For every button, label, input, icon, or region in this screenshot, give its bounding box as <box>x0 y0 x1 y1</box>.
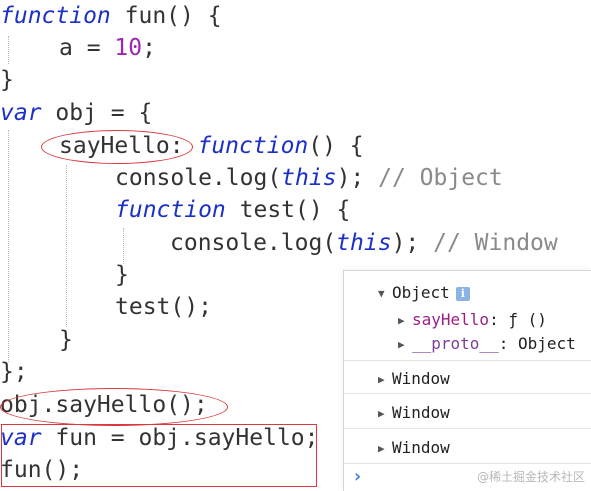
code-line-12: }; <box>0 356 28 388</box>
console-divider <box>344 393 591 394</box>
code-line-7: function test() { <box>115 194 350 226</box>
console-object-entry[interactable]: ▼ Object i <box>378 283 588 302</box>
indent-guide <box>66 165 67 327</box>
code-text: ); <box>336 165 379 191</box>
property-value: : ƒ () <box>489 310 547 329</box>
code-line-4: var obj = { <box>0 97 152 129</box>
keyword: function <box>197 133 309 159</box>
code-text: } <box>115 262 129 288</box>
code-line-8: console.log(this); // Window <box>170 227 558 259</box>
watermark: @稀土掘金技术社区 <box>476 470 585 484</box>
keyword: var <box>0 100 42 126</box>
keyword: function <box>115 197 226 223</box>
code-text: fun() { <box>110 3 222 29</box>
console-window-entry[interactable]: ▶ Window <box>378 438 588 457</box>
code-text: ; <box>142 35 156 61</box>
proto-value: : Object <box>498 334 576 353</box>
caret-down-icon[interactable]: ▼ <box>378 287 392 300</box>
code-line-10: test(); <box>115 291 212 323</box>
code-text: }; <box>0 359 28 385</box>
console-divider <box>344 360 591 361</box>
code-text: } <box>59 327 73 353</box>
console-window-entry[interactable]: ▶ Window <box>378 369 588 388</box>
code-text: a = <box>59 35 115 61</box>
code-text: } <box>0 67 14 93</box>
number-literal: 10 <box>114 35 143 61</box>
proto-name: __proto__ <box>412 334 499 353</box>
keyword: this <box>281 165 337 191</box>
code-comment: // Window <box>433 230 558 256</box>
code-comment: // Object <box>378 165 503 191</box>
keyword: this <box>336 230 392 256</box>
caret-right-icon[interactable]: ▶ <box>378 442 392 455</box>
devtools-console-panel: ▼ Object i ▶ sayHello: ƒ () ▶ __proto__: Obj… <box>343 270 591 491</box>
call-circle-annotation <box>0 388 228 426</box>
keyword: function <box>0 3 111 29</box>
console-divider <box>344 428 591 429</box>
code-text: test() { <box>225 197 351 223</box>
code-text: ); <box>391 230 434 256</box>
code-line-11: } <box>59 324 73 356</box>
fun-box-annotation <box>1 424 317 487</box>
code-text: console.log( <box>115 165 282 191</box>
code-line-2: a = 10; <box>59 32 156 64</box>
console-divider <box>344 463 591 464</box>
caret-right-icon[interactable]: ▶ <box>378 407 392 420</box>
console-proto-row[interactable]: ▶ __proto__: Object <box>398 334 591 353</box>
indent-guide <box>8 130 9 362</box>
prompt-chevron-icon: › <box>352 466 363 487</box>
console-object-label: Object <box>392 283 450 302</box>
info-icon[interactable]: i <box>455 286 470 301</box>
property-name: sayHello <box>412 310 490 329</box>
caret-right-icon[interactable]: ▶ <box>398 314 412 327</box>
console-window-label: Window <box>392 438 450 457</box>
code-line-6: console.log(this); // Object <box>115 162 503 194</box>
caret-right-icon[interactable]: ▶ <box>398 338 412 351</box>
caret-right-icon[interactable]: ▶ <box>378 373 392 386</box>
code-text: test(); <box>115 294 212 320</box>
code-text: obj = { <box>41 100 153 126</box>
console-window-entry[interactable]: ▶ Window <box>378 403 588 422</box>
code-line-3: } <box>0 64 14 96</box>
console-property-row[interactable]: ▶ sayHello: ƒ () <box>398 310 591 329</box>
sayhello-circle-annotation <box>41 130 193 164</box>
indent-guide <box>8 36 9 64</box>
code-line-1: function fun() { <box>0 0 222 32</box>
code-line-9: } <box>115 259 129 291</box>
console-window-label: Window <box>392 369 450 388</box>
console-window-label: Window <box>392 403 450 422</box>
code-text: console.log( <box>170 230 337 256</box>
code-text: () { <box>308 133 364 159</box>
